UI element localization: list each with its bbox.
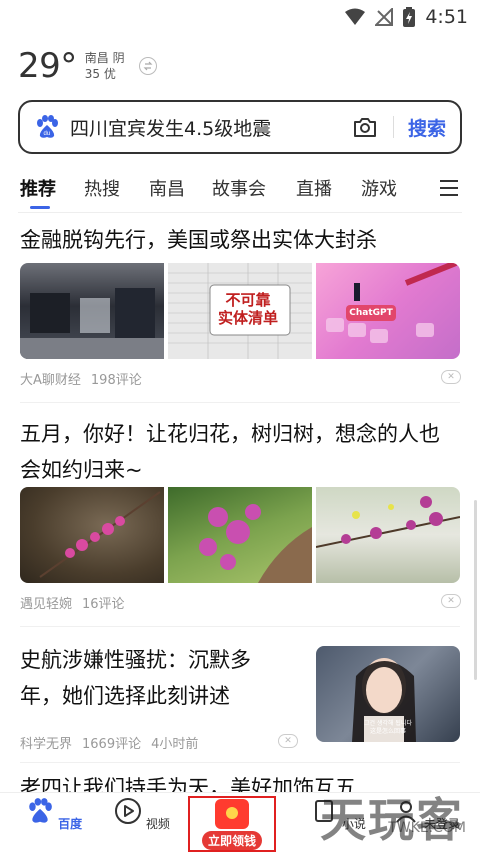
video-subtitle-line2: 这是怎么回事 [369,728,406,735]
search-input[interactable]: 四川宜宾发生4.5级地震 [70,114,351,141]
weather-city: 南昌 [84,51,109,65]
tab-games[interactable]: 游戏 [361,175,397,201]
refresh-icon[interactable] [138,57,157,75]
tab-live[interactable]: 直播 [296,175,332,201]
divider [20,402,460,403]
article-meta: 科学无界 1669评论 4小时前 [20,733,198,752]
article-comments: 16评论 [82,597,125,612]
weather-condition: 阴 [112,51,125,65]
article-title[interactable]: 金融脱钩先行，美国或祭出实体大封杀 [20,222,460,258]
entity-list-caption-line1: 不可靠 [225,291,271,309]
highlight-annotation [188,796,276,852]
article-meta: 遇见轻婉 16评论 [20,593,125,612]
dismiss-icon[interactable]: ✕ [441,370,461,384]
search-box[interactable]: du 四川宜宾发生4.5级地震 搜索 [18,100,462,154]
weather-widget[interactable]: 29° 南昌 阴 35 优 [18,44,157,88]
tab-city[interactable]: 南昌 [149,175,185,201]
article-images[interactable] [20,487,460,583]
nav-video[interactable]: 视频 [102,797,182,832]
watermark-domain: TWKE.COM [388,820,466,836]
article-meta: 大A聊财经 198评论 [20,369,142,388]
temperature: 29° [18,46,77,86]
video-subtitle: 그건 생각해 됩니다 这是怎么回事 [316,720,460,736]
scrollbar[interactable] [474,500,477,680]
camera-icon[interactable] [351,113,379,141]
divider [392,116,394,138]
blossom-tree-image [168,487,312,583]
entity-list-caption: 不可靠 实体清单 [218,291,278,327]
menu-icon[interactable] [440,180,458,201]
watermark-text: 天玩客 [320,793,464,847]
chatgpt-key-label: ChatGPT [349,308,393,318]
article-comments: 198评论 [90,373,142,388]
tab-recommend[interactable]: 推荐 [20,175,56,201]
baidu-paw-icon [29,798,52,823]
nav-baidu[interactable]: 百度 [14,797,94,832]
nav-label: 百度 [58,817,83,831]
article-title[interactable]: 史航涉嫌性骚扰：沉默多年，她们选择此刻讲述 [20,642,290,714]
article-time: 4小时前 [151,737,199,752]
channel-tabs: 推荐 热搜 南昌 故事会 直播 游戏 [0,172,480,212]
article-title[interactable]: 五月，你好！让花归花，树归树，想念的人也会如约归来~ [20,416,460,488]
status-bar: 4:51 [0,0,480,34]
article-thumbnail[interactable]: 그건 생각해 됩니다 这是怎么回事 [316,646,460,742]
entity-list-image: 不可靠 实体清单 [168,263,312,359]
video-subtitle-line1: 그건 생각해 됩니다 [364,720,412,727]
baidu-paw-icon: du [37,115,58,138]
nav-label: 视频 [145,817,170,831]
wifi-icon [345,8,366,25]
blossom-branch-image [20,487,164,583]
exhibition-hall-image [20,263,164,359]
divider [18,212,462,213]
search-button[interactable]: 搜索 [408,114,446,141]
svg-text:du: du [44,131,51,137]
air-quality: 35 优 [84,67,116,81]
article-images[interactable]: 不可靠 实体清单 ChatGPT [20,263,460,359]
blossom-garden-image [316,487,460,583]
divider [20,762,460,763]
dismiss-icon[interactable]: ✕ [441,594,461,608]
article-source: 大A聊财经 [20,373,81,388]
entity-list-caption-line2: 实体清单 [218,309,279,327]
dismiss-icon[interactable]: ✕ [278,734,298,748]
weather-city-condition: 南昌 阴 [85,50,125,66]
chatgpt-keyboard-image: ChatGPT [316,263,460,359]
tab-hot[interactable]: 热搜 [84,175,120,201]
tab-active-indicator [30,206,50,209]
video-play-icon [115,798,142,824]
article-source: 科学无界 [20,737,73,752]
clock: 4:51 [425,6,468,28]
article-source: 遇见轻婉 [20,597,73,612]
article-comments: 1669评论 [82,737,142,752]
no-signal-icon [375,8,394,26]
battery-charging-icon [403,7,416,27]
divider [20,626,460,627]
tab-stories[interactable]: 故事会 [212,175,266,201]
